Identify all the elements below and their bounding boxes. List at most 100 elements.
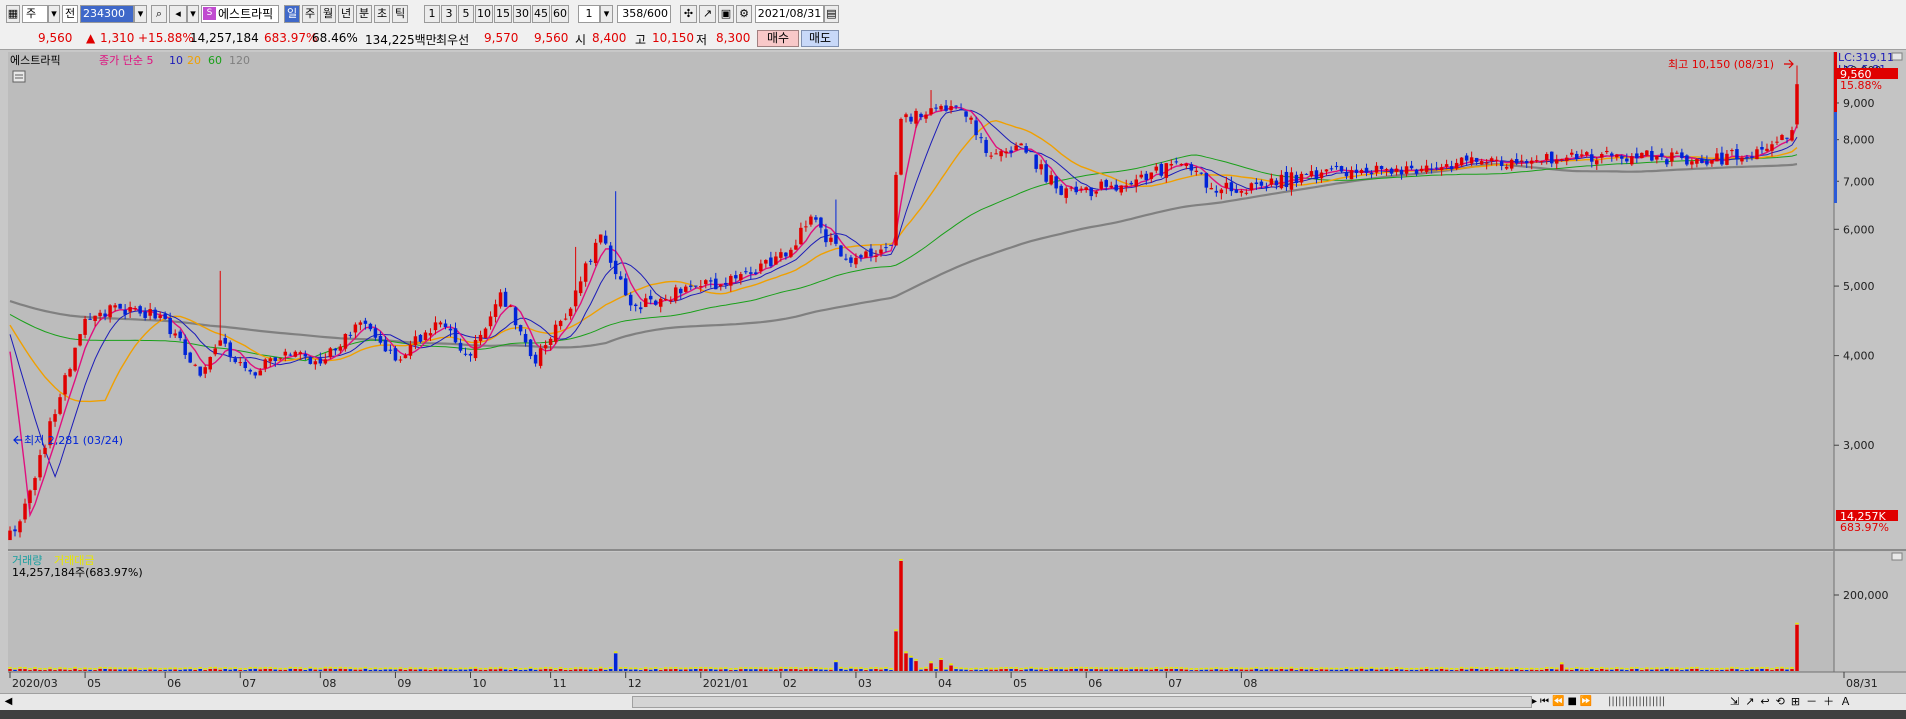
turnover-mark <box>1459 666 1464 669</box>
volume-bar <box>408 669 413 671</box>
search-icon[interactable]: ⌕ <box>151 5 167 23</box>
turnover-mark <box>1730 666 1734 669</box>
stock-code-input[interactable]: 234300 <box>80 5 134 23</box>
turnover-mark <box>979 667 983 670</box>
jeon-toggle[interactable]: 전 <box>62 5 78 23</box>
date-tick-label: 07 <box>1168 677 1182 690</box>
stock-code-value: 234300 <box>83 7 125 20</box>
turnover-mark <box>1725 667 1729 670</box>
volume-bar <box>1615 669 1619 671</box>
date-tick-label: 03 <box>858 677 872 690</box>
volume-bar <box>1559 664 1564 671</box>
turnover-mark <box>1104 667 1108 670</box>
playback-controls[interactable]: ▸⏮⏪■⏩ <box>1532 695 1610 709</box>
volume-bar <box>1049 669 1053 671</box>
horizontal-scrollbar[interactable]: ◀ ▸⏮⏪■⏩ ||||||||||||||||| ⇲↗↩⟲⊞－＋Ａ <box>0 693 1906 711</box>
interval-input[interactable]: 1 <box>578 5 600 23</box>
volume-bar <box>1439 668 1444 671</box>
turnover-mark <box>1094 667 1098 669</box>
chevron-down-icon[interactable]: ▾ <box>48 5 60 23</box>
legend-settings-icon[interactable] <box>12 70 26 83</box>
price-tick-label: 4,000 <box>1843 350 1875 363</box>
count-field[interactable]: 358/600 <box>617 5 671 23</box>
period-button-2[interactable]: 월 <box>320 5 336 23</box>
turnover-mark <box>93 668 97 670</box>
minute-button-1[interactable]: 1 <box>424 5 440 23</box>
period-button-1[interactable]: 주 <box>302 5 318 23</box>
turnover-mark <box>1074 666 1078 669</box>
sell-button[interactable]: 매도 <box>801 30 839 47</box>
trend-tool-icon[interactable]: ↗ <box>699 5 716 23</box>
chart-menu-icon[interactable]: ▦ <box>6 5 20 23</box>
low-annotation: 최저 2,281 (03/24) <box>24 434 123 447</box>
panel-toggle-icon[interactable] <box>1891 552 1903 561</box>
turnover-mark <box>959 667 963 669</box>
volume-bar <box>724 669 728 671</box>
turnover-mark <box>774 667 778 670</box>
volume-bar <box>513 669 518 671</box>
calendar-icon[interactable]: ▤ <box>824 5 839 23</box>
turnover-mark <box>393 667 398 670</box>
turnover-mark <box>839 666 843 669</box>
period-button-5[interactable]: 초 <box>374 5 390 23</box>
turnover-mark <box>1404 667 1409 670</box>
save-icon[interactable]: ▣ <box>718 5 734 23</box>
price-change-pct: +15.88% <box>138 31 194 45</box>
period-type-select[interactable]: 주 <box>22 5 48 23</box>
volume-bar <box>1454 670 1459 671</box>
minute-button-5[interactable]: 5 <box>458 5 474 23</box>
speaker-icon[interactable]: ◂ <box>169 5 187 23</box>
volume-bar <box>303 670 308 671</box>
crosshair-icon[interactable]: ✣ <box>680 5 697 23</box>
chevron-down-icon[interactable]: ▾ <box>134 5 147 23</box>
zoom-slider[interactable]: ||||||||||||||||| <box>1608 695 1694 709</box>
candlestick-chart[interactable]: 3,0004,0005,0006,0007,0008,0009,00010,00… <box>0 50 1906 693</box>
turnover-mark <box>343 667 348 669</box>
minute-button-30[interactable]: 30 <box>513 5 531 23</box>
volume-bar <box>538 669 543 671</box>
volume-bar <box>909 657 913 671</box>
scroll-left-icon[interactable]: ◀ <box>2 696 15 708</box>
date-field[interactable]: 2021/08/31 <box>755 5 824 23</box>
chart-tool-icons[interactable]: ⇲↗↩⟲⊞－＋Ａ <box>1730 695 1900 709</box>
minute-button-60[interactable]: 60 <box>551 5 569 23</box>
turnover-mark <box>954 667 958 669</box>
period-button-3[interactable]: 년 <box>338 5 354 23</box>
volume-bar <box>263 668 268 671</box>
period-button-0[interactable]: 일 <box>284 5 300 23</box>
price-tick-label: 5,000 <box>1843 280 1875 293</box>
price-tick-label: 9,000 <box>1843 97 1875 110</box>
minute-button-15[interactable]: 15 <box>494 5 512 23</box>
scroll-thumb[interactable] <box>632 696 1532 708</box>
turnover-mark <box>844 667 848 670</box>
volume-bar <box>1234 669 1239 671</box>
low-price: 8,300 <box>716 31 751 45</box>
volume-bar <box>1094 669 1098 671</box>
volume-pct: 683.97% <box>264 31 318 45</box>
turnover-mark <box>814 667 818 669</box>
turnover-mark <box>1434 667 1439 670</box>
volume-bar <box>919 669 923 671</box>
gear-icon[interactable]: ⚙ <box>736 5 752 23</box>
stock-name-field[interactable]: S 에스트라픽 <box>201 5 279 23</box>
minute-button-45[interactable]: 45 <box>532 5 550 23</box>
buy-button[interactable]: 매수 <box>757 30 799 47</box>
turnover-mark <box>68 668 72 670</box>
panel-toggle-icon[interactable] <box>1891 52 1903 61</box>
period-button-4[interactable]: 분 <box>356 5 372 23</box>
turnover-mark <box>719 667 723 669</box>
chevron-down-icon[interactable]: ▾ <box>600 5 613 23</box>
period-button-6[interactable]: 틱 <box>392 5 408 23</box>
volume-bar <box>298 669 303 671</box>
volume-bar <box>113 669 117 671</box>
minute-button-10[interactable]: 10 <box>475 5 493 23</box>
volume-bar <box>1575 668 1579 671</box>
minute-button-3[interactable]: 3 <box>441 5 457 23</box>
turnover-mark <box>58 667 62 669</box>
turnover-mark <box>303 668 308 670</box>
turnover-mark <box>168 667 172 670</box>
volume-bar <box>964 669 968 671</box>
turnover-mark <box>503 667 508 670</box>
volume-bar <box>1539 669 1544 671</box>
chevron-down-icon[interactable]: ▾ <box>187 5 199 23</box>
